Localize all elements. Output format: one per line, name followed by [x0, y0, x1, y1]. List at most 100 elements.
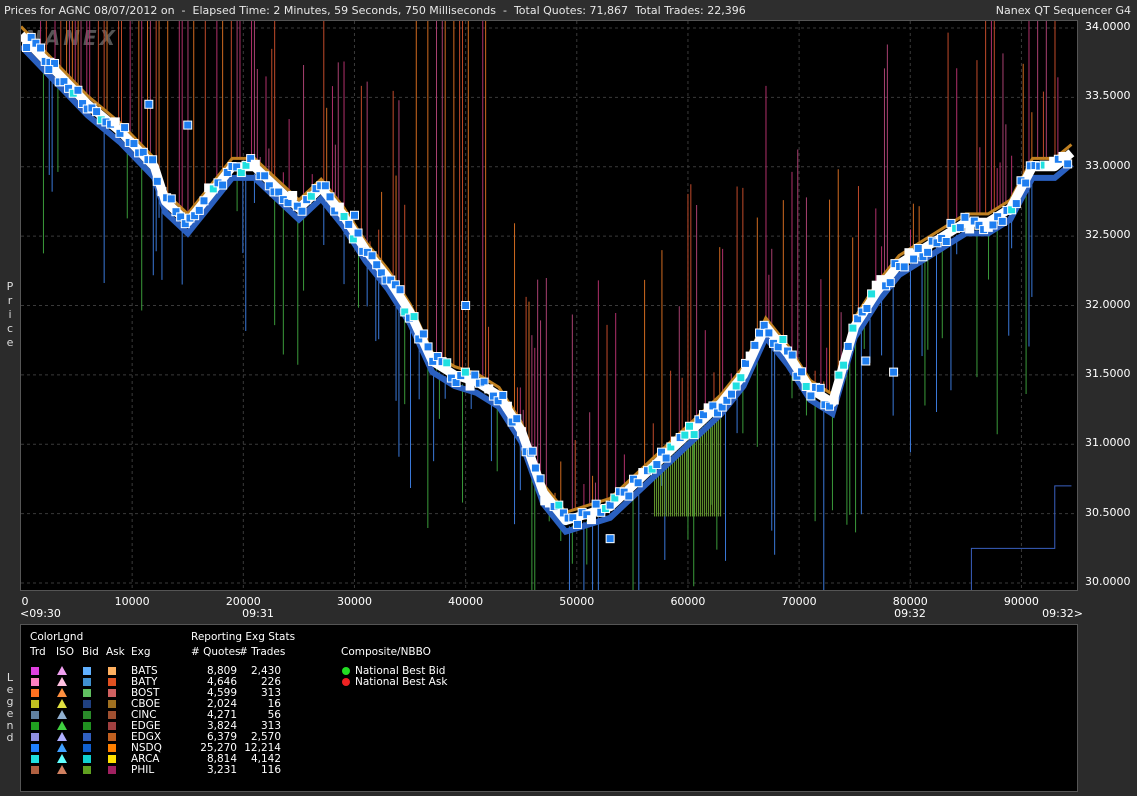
trade-marker — [22, 42, 32, 52]
trade-marker — [572, 519, 582, 529]
trade-marker — [218, 180, 228, 190]
x-tick-label: 30000 — [336, 595, 372, 608]
col-quotes: # Quotes — [191, 646, 241, 658]
trade-swatch — [31, 711, 39, 719]
trade-marker — [862, 303, 872, 313]
x-tick-label: 10000 — [114, 595, 150, 608]
trade-swatch — [31, 678, 39, 686]
trade-marker — [465, 381, 475, 391]
bid-swatch — [83, 766, 91, 774]
legend-row: BOST 4,599 313 — [21, 687, 321, 699]
trade-marker — [339, 212, 349, 222]
iso-triangle-icon — [57, 710, 67, 719]
trade-marker — [460, 367, 470, 377]
trade-marker — [353, 228, 363, 238]
y-tick-label: 33.0000 — [1085, 158, 1131, 172]
ask-swatch — [108, 722, 116, 730]
trade-marker — [334, 202, 344, 212]
trade-marker — [797, 367, 807, 377]
composite-heading: Composite/NBBO — [341, 646, 431, 658]
col-iso: ISO — [56, 646, 75, 658]
title-bar: Prices for AGNC 08/07/2012 on - Elapsed … — [0, 0, 1137, 20]
y-tick-label: 32.5000 — [1085, 228, 1131, 242]
trade-marker — [867, 289, 877, 299]
bid-swatch — [83, 667, 91, 675]
trade-marker — [680, 430, 690, 440]
trade-marker — [516, 427, 526, 437]
ask-swatch — [108, 667, 116, 675]
trade-marker — [731, 381, 741, 391]
y-axis: 34.0000 33.5000 33.0000 32.5000 32.0000 31.50… — [1078, 20, 1137, 591]
trade-marker — [110, 117, 120, 127]
bid-swatch — [83, 722, 91, 730]
iso-triangle-icon — [57, 765, 67, 774]
legend-row: CINC 4,271 56 — [21, 709, 321, 721]
bid-swatch — [83, 755, 91, 763]
trade-marker — [727, 389, 737, 399]
y-axis-label: Price — [6, 280, 14, 349]
trade-marker — [138, 147, 148, 157]
trade-marker — [1058, 151, 1068, 161]
trade-marker — [344, 219, 354, 229]
app-name: Nanex QT Sequencer G4 — [995, 4, 1131, 17]
trade-marker — [194, 205, 204, 215]
legend-row: PHIL 3,231 116 — [21, 764, 321, 776]
trade-marker — [741, 358, 751, 368]
trade-marker — [535, 474, 545, 484]
trade-marker — [418, 329, 428, 339]
legend-panel: ColorLgnd Trd ISO Bid Ask Exg Reporting … — [20, 624, 1078, 792]
trade-marker — [633, 478, 643, 488]
trade-marker — [527, 446, 537, 456]
trade-marker — [806, 391, 816, 401]
trade-marker — [512, 414, 522, 424]
trade-marker — [1063, 159, 1073, 169]
price-plot[interactable]: NANEX — [20, 20, 1078, 591]
exchange-name: PHIL — [131, 764, 155, 776]
ask-swatch — [108, 689, 116, 697]
nbbo-bid-dot — [342, 667, 350, 675]
trade-marker — [736, 373, 746, 383]
legend-side-label: Legend — [6, 671, 14, 744]
trade-marker — [787, 350, 797, 360]
bid-swatch — [83, 700, 91, 708]
x-time-label: 09:32 — [894, 607, 926, 620]
bid-swatch — [83, 711, 91, 719]
ask-swatch — [108, 766, 116, 774]
trade-marker — [73, 85, 83, 95]
y-tick-label: 31.0000 — [1085, 436, 1131, 450]
nbbo-ask-label: National Best Ask — [355, 676, 448, 688]
ask-swatch — [108, 744, 116, 752]
trade-swatch — [31, 700, 39, 708]
iso-triangle-icon — [57, 699, 67, 708]
trade-marker — [372, 260, 382, 270]
trade-marker — [349, 210, 359, 220]
iso-triangle-icon — [57, 688, 67, 697]
trade-marker — [498, 390, 508, 400]
trade-marker — [755, 328, 765, 338]
iso-triangle-icon — [57, 754, 67, 763]
x-time-label: 09:31 — [242, 607, 274, 620]
trade-marker — [685, 421, 695, 431]
x-tick-label: 70000 — [781, 595, 817, 608]
iso-triangle-icon — [57, 743, 67, 752]
trade-marker — [502, 401, 512, 411]
trade-marker — [941, 237, 951, 247]
trade-marker — [144, 99, 154, 109]
trade-marker — [1021, 178, 1031, 188]
trade-marker — [591, 499, 601, 509]
ask-swatch — [108, 678, 116, 686]
trade-marker — [605, 534, 615, 544]
trade-marker — [899, 262, 909, 272]
trade-marker — [839, 360, 849, 370]
ask-swatch — [108, 733, 116, 741]
x-tick-label: 40000 — [448, 595, 484, 608]
stats-heading: Reporting Exg Stats — [191, 631, 296, 643]
trade-marker — [442, 358, 452, 368]
trade-marker — [885, 278, 895, 288]
x-tick-label: 50000 — [559, 595, 595, 608]
trade-marker — [960, 212, 970, 222]
legend-row: CBOE 2,024 16 — [21, 698, 321, 710]
trade-marker — [148, 155, 158, 165]
trade-marker — [586, 515, 596, 525]
trade-swatch — [31, 733, 39, 741]
